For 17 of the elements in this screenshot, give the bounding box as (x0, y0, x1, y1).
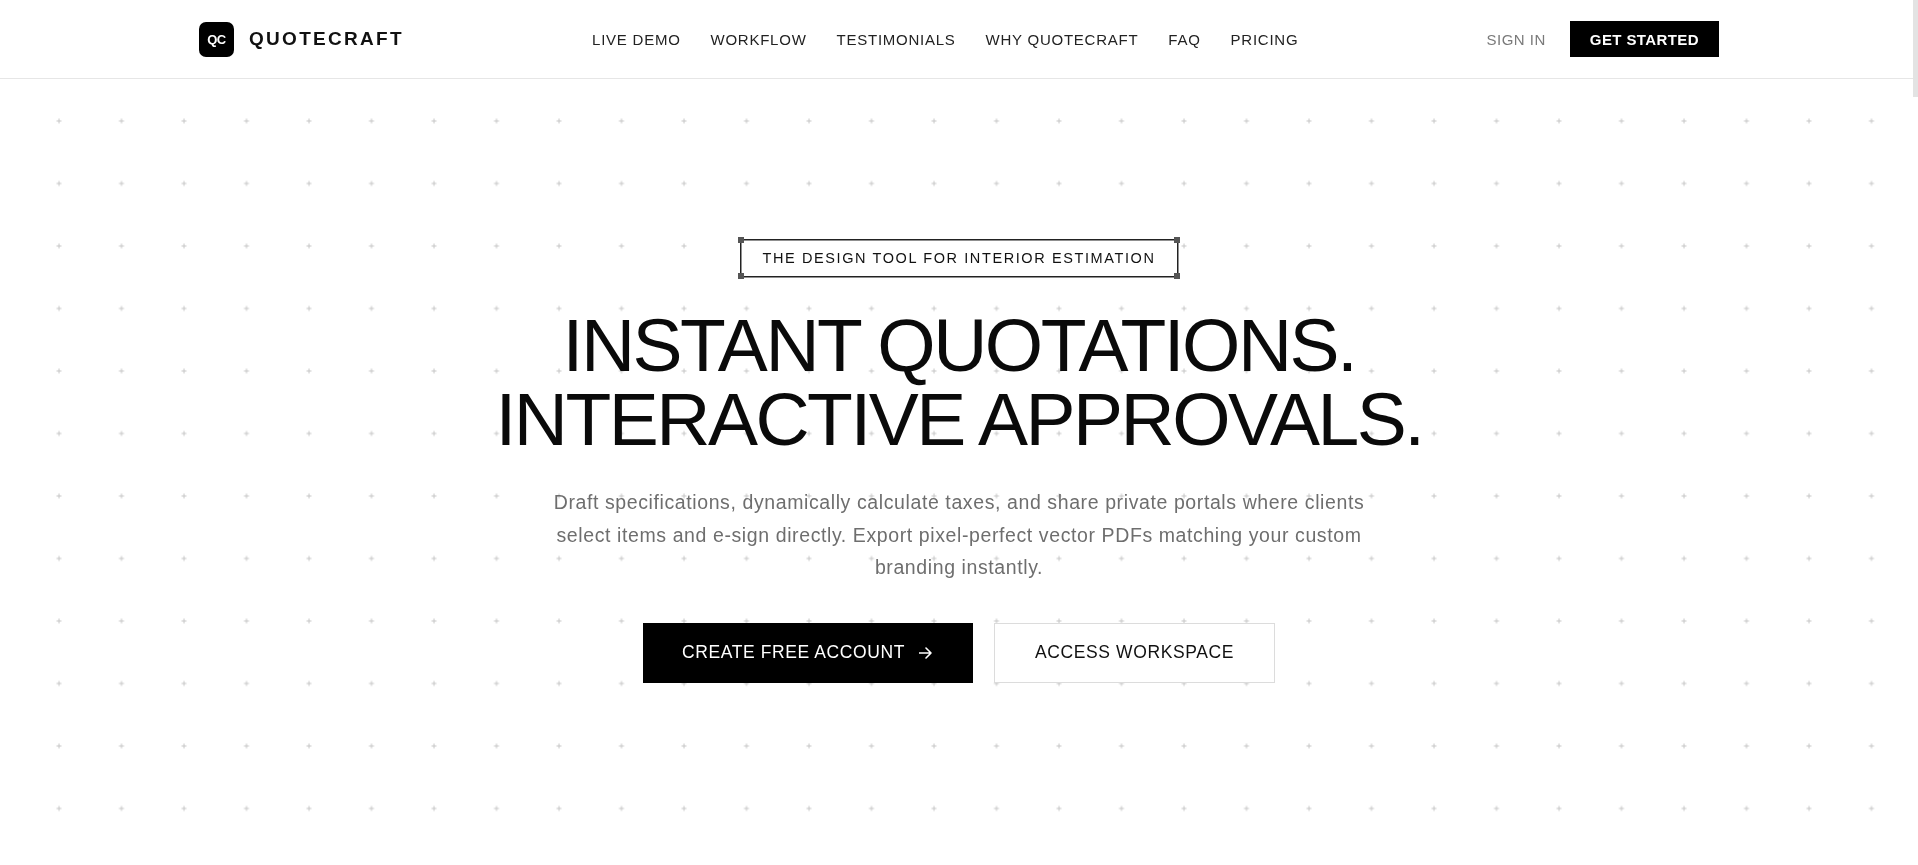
logo-mark[interactable]: QC (199, 21, 234, 57)
nav-link[interactable]: WORKFLOW (710, 30, 807, 48)
get-started-button[interactable]: GET STARTED (1569, 21, 1719, 57)
create-account-button[interactable]: CREATE FREE ACCOUNT (643, 622, 974, 683)
nav-link[interactable]: PRICING (1230, 30, 1299, 48)
hero-description: Draft specifications, dynamically calculate taxes, and share private portals where clients select items and e-sign directly. Export pixel-perfect vector PDFs matching your custom branding instantly. (552, 490, 1366, 580)
nav-link[interactable]: LIVE DEMO (592, 30, 681, 48)
hero-headline: INSTANT QUOTATIONS. INTERACTIVE APPROVALS. (495, 308, 1423, 456)
sign-in-link[interactable]: SIGN IN (1486, 30, 1546, 48)
nav-link[interactable]: FAQ (1168, 30, 1201, 48)
tagline-badge: THE DESIGN TOOL FOR INTERIOR ESTIMATION (737, 237, 1181, 279)
brand-name[interactable]: QUOTECRAFT (249, 28, 404, 50)
scrollbar-thumb[interactable] (1913, 0, 1918, 97)
arrow-right-icon (919, 646, 933, 659)
access-workspace-button[interactable]: ACCESS WORKSPACE (994, 622, 1275, 683)
nav-link[interactable]: WHY QUOTECRAFT (985, 30, 1139, 48)
nav-link[interactable]: TESTIMONIALS (836, 30, 956, 48)
